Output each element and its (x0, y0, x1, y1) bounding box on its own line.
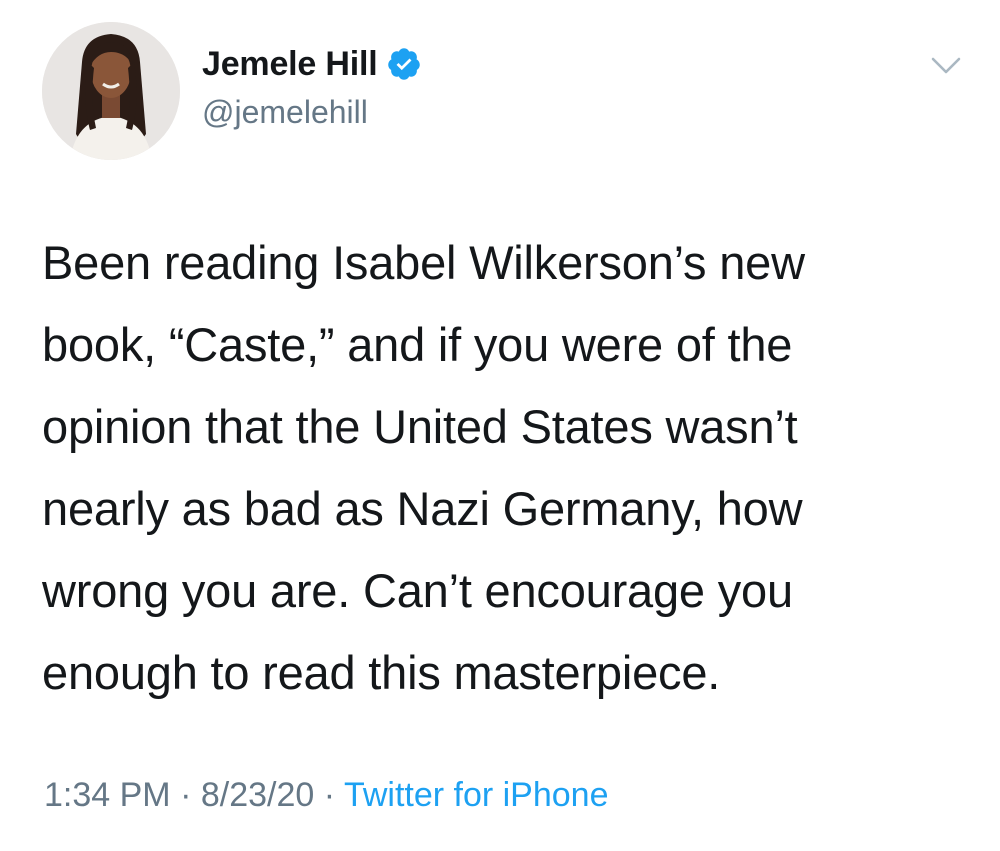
verified-badge-icon (386, 46, 422, 82)
display-name[interactable]: Jemele Hill (202, 45, 378, 84)
tweet: Jemele Hill @jemelehill Been reading Isa… (0, 0, 1000, 851)
tweet-text: Been reading Isabel Wilkerson’s new book… (42, 222, 982, 714)
author-name-row[interactable]: Jemele Hill (202, 42, 422, 86)
chevron-down-icon[interactable] (926, 52, 966, 80)
tweet-text-line: nearly as bad as Nazi Germany, how (42, 482, 803, 535)
meta-separator: · (180, 776, 192, 814)
tweet-text-line: enough to read this masterpiece. (42, 646, 721, 699)
meta-separator: · (323, 776, 336, 814)
tweet-date[interactable]: 8/23/20 (201, 776, 314, 814)
user-handle[interactable]: @jemelehill (202, 94, 368, 131)
tweet-text-line: opinion that the United States wasn’t (42, 400, 798, 453)
tweet-text-line: Been reading Isabel Wilkerson’s new (42, 236, 805, 289)
tweet-time[interactable]: 1:34 PM (44, 776, 171, 814)
tweet-metadata: 1:34 PM · 8/23/20 · Twitter for iPhone (44, 776, 609, 815)
tweet-source-link[interactable]: Twitter for iPhone (344, 776, 609, 814)
tweet-text-line: wrong you are. Can’t encourage you (42, 564, 793, 617)
avatar[interactable] (42, 22, 180, 160)
profile-photo-icon (42, 22, 180, 160)
tweet-text-line: book, “Caste,” and if you were of the (42, 318, 793, 371)
